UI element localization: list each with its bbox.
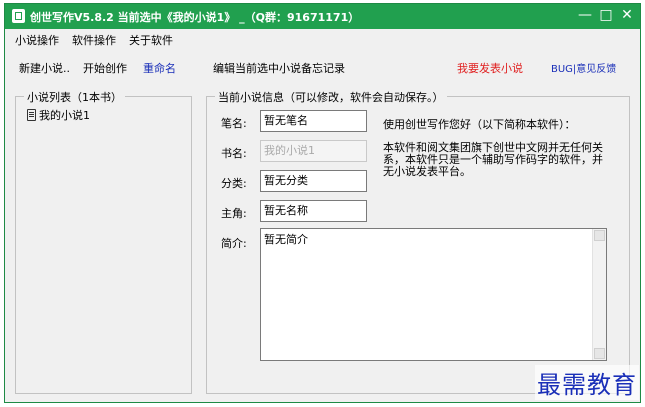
publish-novel-link[interactable]: 我要发表小说 xyxy=(457,60,523,76)
synopsis-label: 简介: xyxy=(221,237,247,250)
novel-info-title: 当前小说信息（可以修改，软件会自动保存。） xyxy=(215,89,447,105)
book-name-label: 书名: xyxy=(221,147,247,160)
menu-novel-operations[interactable]: 小说操作 xyxy=(15,32,59,48)
menu-about[interactable]: 关于软件 xyxy=(129,32,173,48)
novel-list-item[interactable]: 我的小说1 xyxy=(27,107,90,123)
rename-button[interactable]: 重命名 xyxy=(143,60,176,76)
book-name-field: 我的小说1 xyxy=(260,140,367,162)
synopsis-textarea[interactable]: 暂无简介 xyxy=(260,228,607,361)
book-icon xyxy=(27,109,36,121)
synopsis-scrollbar[interactable] xyxy=(592,229,606,360)
scroll-up-button[interactable] xyxy=(594,230,605,241)
menu-bar: 小说操作 软件操作 关于软件 xyxy=(5,29,640,48)
main-window: 创世写作V5.8.2 当前选中《我的小说1》 _（Q群：91671171） — … xyxy=(4,3,641,403)
category-field[interactable]: 暂无分类 xyxy=(260,170,367,192)
start-writing-button[interactable]: 开始创作 xyxy=(83,60,127,76)
novel-list-title: 小说列表（1本书） xyxy=(24,89,125,105)
app-icon xyxy=(12,9,25,23)
edit-notes-button[interactable]: 编辑当前选中小说备忘记录 xyxy=(213,60,345,76)
notice-heading: 使用创世写作您好（以下简称本软件）： xyxy=(383,118,576,131)
synopsis-text: 暂无简介 xyxy=(264,233,308,246)
novel-list-item-label: 我的小说1 xyxy=(39,109,90,122)
protagonist-label: 主角: xyxy=(221,207,247,220)
novel-list-group: 小说列表（1本书） 我的小说1 xyxy=(15,89,192,394)
new-novel-button[interactable]: 新建小说.. xyxy=(19,60,70,76)
pen-name-field[interactable]: 暂无笔名 xyxy=(260,110,367,132)
maximize-button[interactable]: □ xyxy=(598,7,614,23)
protagonist-field[interactable]: 暂无名称 xyxy=(260,200,367,222)
category-label: 分类: xyxy=(221,177,247,190)
toolbar: 新建小说.. 开始创作 重命名 编辑当前选中小说备忘记录 我要发表小说 BUG|… xyxy=(5,55,640,77)
window-title: 创世写作V5.8.2 当前选中《我的小说1》 _（Q群：91671171） xyxy=(30,11,360,24)
close-button[interactable]: ✕ xyxy=(619,7,635,23)
minimize-button[interactable]: — xyxy=(577,7,593,23)
menu-software-operations[interactable]: 软件操作 xyxy=(72,32,116,48)
bug-feedback-link[interactable]: BUG|意见反馈 xyxy=(551,60,616,75)
title-bar: 创世写作V5.8.2 当前选中《我的小说1》 _（Q群：91671171） — … xyxy=(5,4,640,29)
notice-line-3: 无小说发表平台。 xyxy=(383,165,471,178)
watermark: 最需教育 xyxy=(535,365,639,400)
novel-info-group: 当前小说信息（可以修改，软件会自动保存。） 笔名: 暂无笔名 书名: 我的小说1… xyxy=(206,89,630,394)
scroll-down-button[interactable] xyxy=(594,348,605,359)
pen-name-label: 笔名: xyxy=(221,117,247,130)
